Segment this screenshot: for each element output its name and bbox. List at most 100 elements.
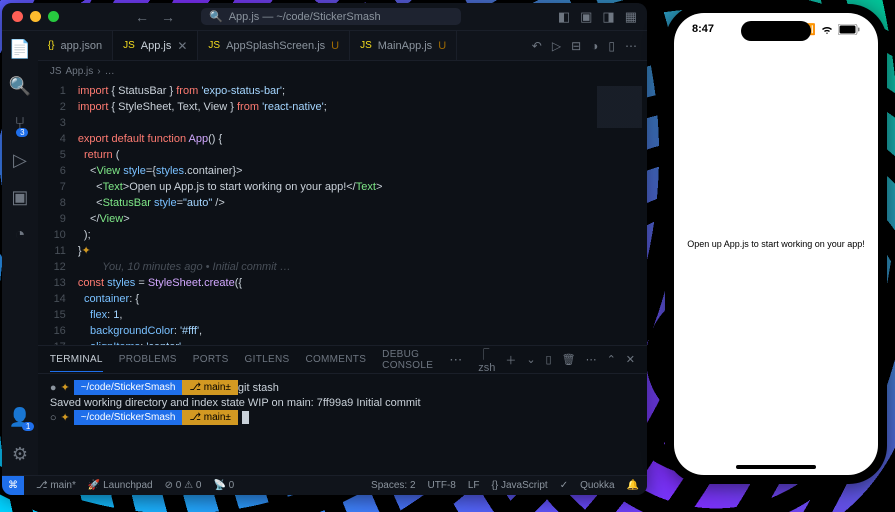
language-status[interactable]: {} JavaScript — [492, 480, 548, 491]
nav-arrows: ← → — [135, 9, 175, 25]
tab-label: AppSplashScreen.js — [226, 40, 325, 52]
tab-label: App.js — [141, 40, 172, 52]
titlebar: ← → 🔍 App.js — ~/code/StickerSmash ◧ ▣ ◨… — [2, 3, 647, 31]
tab-actions: ↶ ▷ ⊟ ◑ ▯ ⋯ — [532, 31, 647, 60]
modified-indicator: U — [331, 40, 339, 52]
quokka-status[interactable]: Quokka — [580, 480, 614, 491]
kill-terminal-icon[interactable]: 🗑 — [562, 353, 576, 366]
layout-primary-icon[interactable]: ◧ — [558, 9, 570, 25]
customize-layout-icon[interactable]: ▦ — [625, 9, 637, 25]
terminal-cursor — [242, 411, 249, 424]
scm-badge: 3 — [16, 128, 28, 137]
encoding-status[interactable]: UTF-8 — [428, 480, 456, 491]
editor-tab[interactable]: JS MainApp.js U — [350, 31, 457, 60]
home-indicator[interactable] — [736, 465, 816, 469]
window-controls — [12, 11, 59, 22]
tab-label: app.json — [61, 40, 103, 52]
terminal-shell-label[interactable]: ⎾ zsh — [478, 346, 495, 374]
modified-indicator: U — [438, 40, 446, 52]
settings-icon[interactable]: ⚙ — [12, 444, 28, 465]
maximize-window-button[interactable] — [48, 11, 59, 22]
code-editor[interactable]: 123456789101112131415161718192021 import… — [38, 81, 647, 345]
scm-icon[interactable]: ⑂3 — [15, 113, 26, 134]
js-icon: JS — [208, 40, 220, 51]
vscode-window: ← → 🔍 App.js — ~/code/StickerSmash ◧ ▣ ◨… — [2, 3, 647, 495]
editor-tabs: {} app.json JS App.js ✕ JS AppSplashScreen.js U… — [38, 31, 647, 61]
indent-status[interactable]: Spaces: 2 — [371, 480, 415, 491]
bottom-panel: TERMINAL PROBLEMS PORTS GITLENS COMMENTS DEBU… — [38, 345, 647, 475]
search-icon: 🔍 — [209, 10, 223, 23]
panel-tab-terminal[interactable]: TERMINAL — [50, 354, 103, 372]
launchpad-button[interactable]: 🚀 Launchpad — [88, 480, 153, 491]
panel-tab-debug-console[interactable]: DEBUG CONSOLE — [382, 349, 433, 371]
editor-tab[interactable]: JS App.js ✕ — [113, 31, 198, 60]
code-lines[interactable]: import { StatusBar } from 'expo-status-b… — [78, 81, 592, 345]
editor-group: {}app.jsonJSApp.js✕JSAppSplashScreen.jsU… — [38, 31, 647, 475]
line-gutter: 123456789101112131415161718192021 — [38, 81, 78, 345]
js-icon: JS — [123, 40, 135, 51]
json-icon: {} — [48, 40, 55, 51]
split-editor-icon[interactable]: ▯ — [608, 39, 615, 53]
js-icon: JS — [360, 40, 372, 51]
breadcrumb-sep: › — [97, 66, 100, 77]
port-status[interactable]: 📡 0 — [213, 480, 234, 491]
layout-panel-icon[interactable]: ▣ — [580, 9, 592, 25]
panel-tab-gitlens[interactable]: GITLENS — [245, 354, 290, 365]
extensions-icon[interactable]: ▣ — [11, 187, 28, 208]
more-terminal-icon[interactable]: ⋯ — [586, 353, 597, 366]
panel-tab-ports[interactable]: PORTS — [193, 354, 229, 365]
remote-button[interactable]: ⌘ — [2, 476, 24, 495]
activity-bar: 📄 🔍 ⑂3 ▷ ▣ ◔ 👤1 ⚙ — [2, 31, 38, 475]
layout-secondary-icon[interactable]: ◨ — [602, 9, 614, 25]
terminal-dropdown-icon[interactable]: ⌄ — [526, 353, 535, 366]
maximize-panel-icon[interactable]: ⌃ — [607, 353, 616, 366]
accounts-icon[interactable]: 👤1 — [9, 407, 31, 428]
breadcrumb-file: App.js — [65, 66, 93, 77]
prompt-path: ~/code/StickerSmash — [74, 380, 183, 395]
compare-icon[interactable]: ⊟ — [571, 39, 581, 53]
js-icon: JS — [50, 66, 62, 77]
iphone-simulator: 8:47 📶 Open up App.js to start working o… — [665, 4, 887, 484]
branch-status[interactable]: ⎇ main* — [36, 480, 76, 491]
run-icon[interactable]: ▷ — [552, 39, 561, 53]
split-terminal-icon[interactable]: ▯ — [546, 353, 552, 366]
tab-label: MainApp.js — [378, 40, 432, 52]
terminal-command: git stash — [238, 382, 279, 394]
debug-icon[interactable]: ▷ — [13, 150, 27, 171]
search-activity-icon[interactable]: 🔍 — [9, 76, 31, 97]
dynamic-island — [741, 21, 811, 41]
panel-tabs: TERMINAL PROBLEMS PORTS GITLENS COMMENTS DEBU… — [38, 346, 647, 374]
close-tab-icon[interactable]: ✕ — [177, 39, 187, 53]
status-bar: ⌘ ⎇ main* 🚀 Launchpad ⊘ 0 ⚠ 0 📡 0 Spaces… — [2, 475, 647, 495]
prompt-branch: ⎇ main± — [182, 380, 237, 395]
panel-more-icon[interactable]: ⋯ — [449, 352, 462, 368]
nav-back-button[interactable]: ← — [135, 9, 149, 25]
minimize-window-button[interactable] — [30, 11, 41, 22]
prettier-icon[interactable]: ✓ — [560, 480, 568, 491]
docker-icon[interactable]: ◔ — [14, 224, 25, 245]
new-terminal-icon[interactable]: ＋ — [505, 352, 516, 368]
panel-tab-problems[interactable]: PROBLEMS — [119, 354, 177, 365]
eol-status[interactable]: LF — [468, 480, 480, 491]
command-center[interactable]: 🔍 App.js — ~/code/StickerSmash — [201, 8, 461, 25]
notifications-icon[interactable]: 🔔 — [627, 480, 639, 491]
prompt-branch: ⎇ main± — [182, 410, 237, 425]
close-window-button[interactable] — [12, 11, 23, 22]
problems-status[interactable]: ⊘ 0 ⚠ 0 — [165, 480, 202, 491]
go-back-icon[interactable]: ↶ — [532, 39, 542, 53]
editor-tab[interactable]: {} app.json — [38, 31, 113, 60]
panel-tab-comments[interactable]: COMMENTS — [305, 354, 366, 365]
more-actions-icon[interactable]: ⋯ — [625, 39, 637, 53]
editor-tab[interactable]: JS AppSplashScreen.js U — [198, 31, 350, 60]
app-text: Open up App.js to start working on your … — [687, 239, 865, 249]
breadcrumb-more: … — [105, 66, 115, 77]
close-panel-icon[interactable]: ✕ — [626, 353, 635, 366]
nav-forward-button[interactable]: → — [161, 9, 175, 25]
iphone-screen[interactable]: 8:47 📶 Open up App.js to start working o… — [674, 13, 878, 475]
breadcrumb[interactable]: JS App.js › … — [38, 61, 647, 81]
prompt-path: ~/code/StickerSmash — [74, 410, 183, 425]
terminal[interactable]: ●✦~/code/StickerSmash⎇ main± git stashSa… — [38, 374, 647, 475]
timeline-icon[interactable]: ◑ — [591, 39, 598, 53]
minimap[interactable] — [592, 81, 647, 345]
explorer-icon[interactable]: 📄 — [9, 39, 31, 60]
